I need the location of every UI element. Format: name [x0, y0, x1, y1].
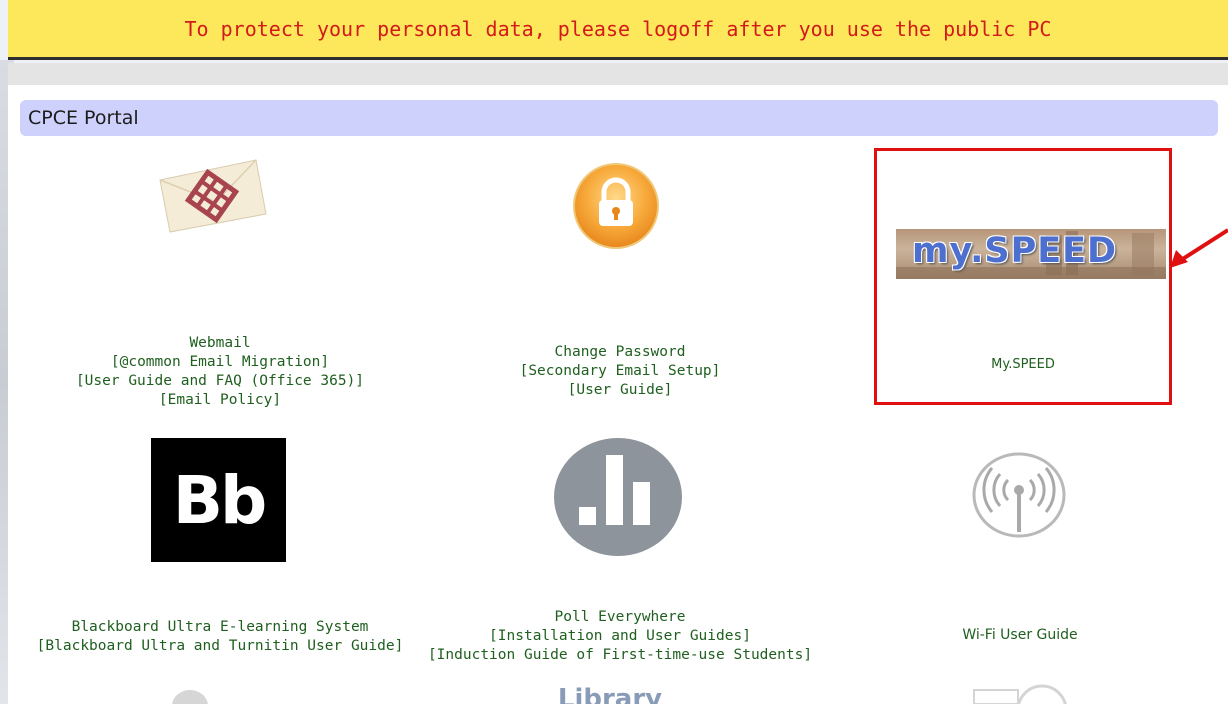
wifi-guide-link[interactable]: Wi-Fi User Guide [830, 626, 1210, 645]
myspeed-logo-text: my.SPEED [912, 231, 1118, 271]
envelope-icon[interactable] [158, 158, 268, 234]
sub-header-bar [8, 63, 1228, 85]
portal-title-bar: CPCE Portal [20, 100, 1218, 136]
email-policy-link[interactable]: [Email Policy] [30, 391, 410, 410]
induction-guide-link[interactable]: [Induction Guide of First-time-use Stude… [420, 646, 820, 665]
myspeed-link[interactable]: My.SPEED [874, 357, 1172, 372]
change-password-link[interactable]: Change Password [430, 343, 810, 362]
logoff-warning-banner: To protect your personal data, please lo… [8, 0, 1228, 60]
banner-text: To protect your personal data, please lo… [184, 16, 1052, 41]
password-user-guide-link[interactable]: [User Guide] [430, 381, 810, 400]
red-arrow-icon [1164, 222, 1228, 272]
partial-disc-icon[interactable] [972, 684, 1072, 704]
partial-grey-circle-icon[interactable] [170, 688, 210, 704]
portal-title: CPCE Portal [28, 107, 139, 129]
library-logo[interactable]: Library [540, 684, 680, 704]
bar-chart-icon[interactable] [553, 437, 683, 557]
blackboard-guide-link[interactable]: [Blackboard Ultra and Turnitin User Guid… [20, 637, 420, 656]
blackboard-icon[interactable]: Bb [151, 438, 286, 562]
myspeed-logo[interactable]: my.SPEED [896, 229, 1166, 279]
padlock-icon[interactable] [568, 163, 664, 249]
wifi-signal-icon[interactable] [972, 452, 1066, 538]
email-migration-link[interactable]: [@common Email Migration] [30, 353, 410, 372]
blackboard-logo-text: Bb [172, 461, 268, 539]
secondary-email-link[interactable]: [Secondary Email Setup] [430, 362, 810, 381]
blackboard-link[interactable]: Blackboard Ultra E-learning System [20, 618, 420, 637]
poll-guides-link[interactable]: [Installation and User Guides] [420, 627, 820, 646]
poll-everywhere-link[interactable]: Poll Everywhere [420, 608, 820, 627]
office365-guide-link[interactable]: [User Guide and FAQ (Office 365)] [30, 372, 410, 391]
webmail-link[interactable]: Webmail [30, 334, 410, 353]
